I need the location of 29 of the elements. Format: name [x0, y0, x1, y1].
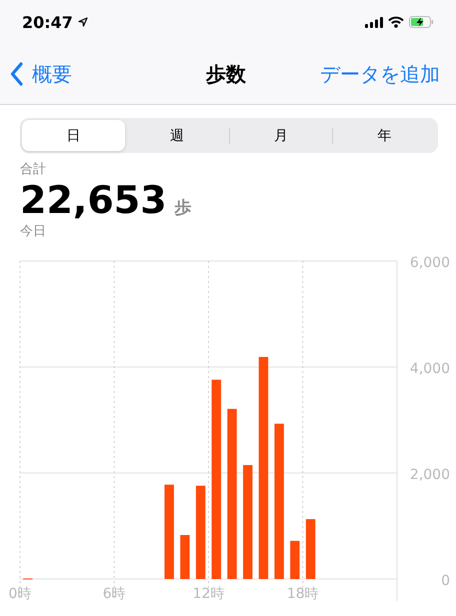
y-axis-label: 2,000 — [410, 467, 450, 483]
chart-bar — [306, 519, 316, 579]
y-axis-label: 0 — [441, 573, 450, 589]
step-total: 22,653 — [20, 178, 167, 222]
chart-bar — [180, 535, 190, 579]
y-axis-label: 4,000 — [410, 361, 450, 377]
segment-tab[interactable]: 月 — [230, 120, 332, 151]
status-time: 20:47 — [22, 12, 73, 32]
signal-icon — [365, 16, 383, 28]
chart-bar — [290, 540, 300, 579]
segment-tab[interactable]: 年 — [333, 120, 436, 151]
y-axis-label: 6,000 — [410, 256, 450, 271]
wifi-icon — [388, 16, 404, 28]
x-axis-label: 6時 — [102, 586, 126, 602]
x-axis-label: 12時 — [192, 586, 224, 602]
location-arrow-icon — [78, 17, 88, 27]
x-axis-label: 18時 — [286, 586, 319, 602]
back-link[interactable]: 概要 — [10, 60, 72, 88]
x-axis-label: 0時 — [8, 586, 32, 602]
battery-charging-icon — [409, 16, 434, 28]
step-unit: 歩 — [174, 197, 192, 219]
back-label: 概要 — [32, 60, 72, 88]
segment-tab[interactable]: 週 — [126, 120, 228, 151]
total-label: 合計 — [20, 161, 47, 178]
nav-title: 歩数 — [205, 60, 247, 88]
add-data-link[interactable]: データを追加 — [320, 60, 440, 88]
segment-tab[interactable]: 日 — [22, 120, 125, 151]
chevron-left-icon — [10, 62, 24, 86]
period-label: 今日 — [20, 223, 47, 240]
